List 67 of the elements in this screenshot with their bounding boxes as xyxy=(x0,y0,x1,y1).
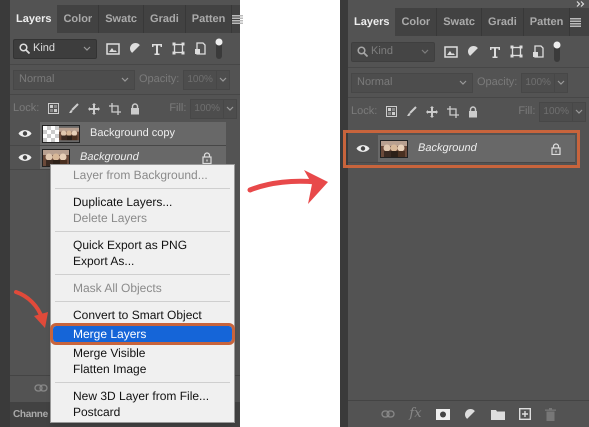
mask-icon[interactable] xyxy=(436,408,450,420)
brush-icon[interactable] xyxy=(68,103,80,114)
folder-icon[interactable] xyxy=(490,408,505,420)
brush-icon[interactable] xyxy=(406,106,418,117)
menu-item[interactable]: Convert to Smart Object xyxy=(53,307,232,323)
adjustment-icon[interactable] xyxy=(467,45,480,58)
transform-icon[interactable] xyxy=(510,45,523,58)
filter-dropdown[interactable]: Kind xyxy=(13,38,97,58)
menu-item[interactable]: Export As... xyxy=(53,253,232,269)
layer-row[interactable]: Background copy xyxy=(10,122,226,146)
transparency-thumbnail xyxy=(43,126,59,142)
dropdown-icon xyxy=(121,77,129,82)
panel-tab[interactable]: Gradi xyxy=(482,8,524,36)
panel-tab[interactable]: Color xyxy=(57,5,100,33)
dropdown-icon xyxy=(223,100,236,118)
layer-name: Background xyxy=(418,141,478,156)
type-icon[interactable] xyxy=(489,46,501,58)
menu-item[interactable]: Merge Layers xyxy=(53,326,232,342)
smart-object-icon[interactable] xyxy=(194,42,206,55)
image-icon[interactable] xyxy=(106,42,120,54)
panel-tab[interactable]: Layers xyxy=(348,8,396,36)
panel-tab[interactable]: Swatc xyxy=(99,5,144,33)
toggle-icon[interactable] xyxy=(215,38,223,60)
layer-name: Background copy xyxy=(90,126,176,142)
move-icon[interactable] xyxy=(426,106,438,118)
lock-icon[interactable] xyxy=(468,106,478,118)
layer-row[interactable]: Background xyxy=(348,135,575,163)
checker-icon[interactable] xyxy=(48,103,60,114)
double-chevron-icon[interactable] xyxy=(576,1,585,7)
dropdown-icon xyxy=(572,102,585,120)
toggle-icon[interactable] xyxy=(553,40,561,62)
smart-object-icon[interactable] xyxy=(532,45,544,58)
eye-icon[interactable] xyxy=(356,144,370,153)
panel-tab[interactable]: Layers xyxy=(10,5,58,33)
adjustment-icon[interactable] xyxy=(129,42,142,55)
search-icon xyxy=(19,43,30,54)
menu-item[interactable]: Merge Visible xyxy=(53,345,232,361)
panel-tab[interactable]: Color xyxy=(395,8,438,36)
crop-icon[interactable] xyxy=(109,102,122,114)
menu-item[interactable]: Duplicate Layers... xyxy=(53,194,232,210)
dropdown-icon xyxy=(459,80,467,85)
dropdown-icon xyxy=(554,74,567,92)
menu-item[interactable]: Quick Export as PNG xyxy=(53,237,232,253)
layer-name: Background xyxy=(80,150,140,166)
eye-icon[interactable] xyxy=(18,129,32,138)
image-icon[interactable] xyxy=(444,46,458,58)
search-icon xyxy=(357,46,368,57)
lock-icon[interactable] xyxy=(130,102,140,114)
adjustment-icon[interactable] xyxy=(464,408,477,420)
crop-icon[interactable] xyxy=(447,106,460,118)
eye-icon[interactable] xyxy=(18,153,32,162)
panel-tab[interactable]: Channe xyxy=(10,402,51,427)
menu-item[interactable]: Postcard xyxy=(53,404,232,420)
transform-icon[interactable] xyxy=(172,42,185,55)
menu-item[interactable]: New 3D Layer from File... xyxy=(53,388,232,404)
panel-tab[interactable]: Swatc xyxy=(437,8,482,36)
checker-icon[interactable] xyxy=(386,106,398,117)
move-icon[interactable] xyxy=(88,102,100,114)
panel-tab[interactable]: Gradi xyxy=(144,5,186,33)
menu-icon[interactable] xyxy=(232,14,244,24)
dropdown-icon xyxy=(216,70,229,88)
dropdown-icon xyxy=(421,49,429,54)
type-icon[interactable] xyxy=(151,42,163,54)
dropdown-icon xyxy=(83,46,91,51)
new-layer-icon[interactable] xyxy=(518,408,531,420)
menu-icon[interactable] xyxy=(570,18,582,26)
menu-item[interactable]: Flatten Image xyxy=(53,361,232,377)
